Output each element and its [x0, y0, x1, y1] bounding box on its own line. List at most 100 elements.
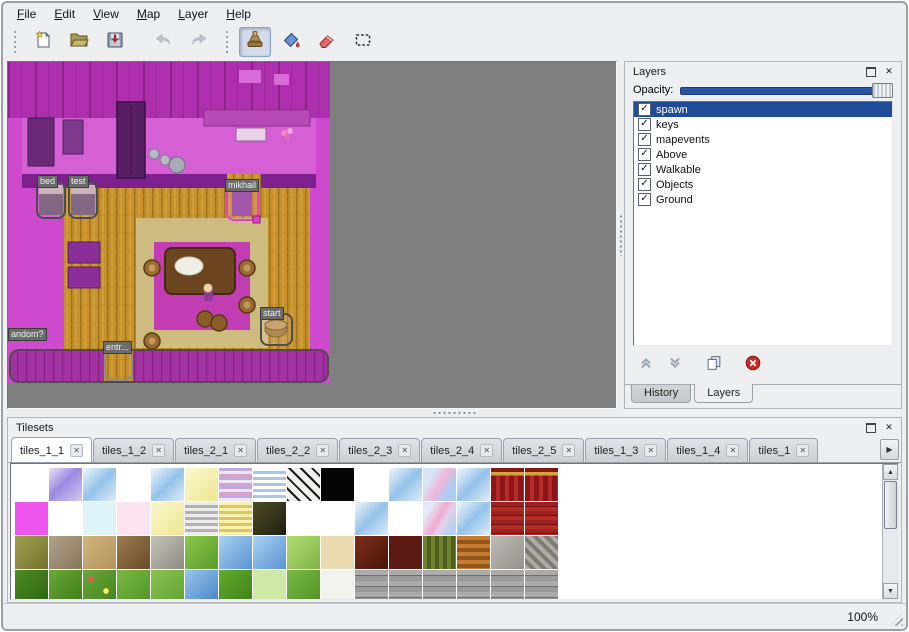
tileset-tile[interactable] — [525, 468, 558, 501]
tileset-tile[interactable] — [219, 502, 252, 535]
layer-visibility-checkbox[interactable]: ✓ — [638, 133, 651, 146]
tileset-tile[interactable] — [355, 468, 388, 501]
tab-close-icon[interactable]: ✕ — [234, 444, 247, 457]
tileset-tile[interactable] — [423, 570, 456, 599]
resize-grip[interactable] — [890, 613, 903, 626]
open-button[interactable] — [63, 27, 95, 57]
tileset-tile[interactable] — [491, 502, 524, 535]
tileset-tile[interactable] — [219, 468, 252, 501]
raise-layer-button[interactable] — [635, 354, 657, 376]
tileset-tile[interactable] — [117, 536, 150, 569]
tileset-tile[interactable] — [287, 536, 320, 569]
tileset-tile[interactable] — [389, 502, 422, 535]
tileset-tile[interactable] — [49, 570, 82, 599]
tileset-tile[interactable] — [457, 536, 490, 569]
map-canvas[interactable]: bedtestmikhailstartentr...andom? — [8, 62, 330, 384]
layer-visibility-checkbox[interactable]: ✓ — [638, 118, 651, 131]
tileset-tile[interactable] — [253, 536, 286, 569]
tileset-tile[interactable] — [321, 468, 354, 501]
tileset-tile[interactable] — [83, 536, 116, 569]
tileset-tile[interactable] — [117, 502, 150, 535]
close-dock-button[interactable]: ✕ — [882, 421, 896, 434]
tileset-tile[interactable] — [49, 502, 82, 535]
layer-row-keys[interactable]: ✓keys — [634, 117, 892, 132]
tileset-tile[interactable] — [491, 570, 524, 599]
tileset-tile[interactable] — [525, 502, 558, 535]
tileset-tab-tiles_2_3[interactable]: tiles_2_3✕ — [339, 438, 420, 462]
layer-row-Objects[interactable]: ✓Objects — [634, 177, 892, 192]
close-dock-button[interactable]: ✕ — [882, 65, 896, 78]
tileset-tile[interactable] — [423, 502, 456, 535]
tab-close-icon[interactable]: ✕ — [316, 444, 329, 457]
tileset-grid[interactable] — [11, 464, 882, 599]
tileset-tile[interactable] — [151, 570, 184, 599]
layer-visibility-checkbox[interactable]: ✓ — [638, 178, 651, 191]
tileset-scrollbar[interactable]: ▲ ▼ — [882, 464, 898, 599]
tileset-tile[interactable] — [117, 468, 150, 501]
tileset-tab-tiles_1_1[interactable]: tiles_1_1✕ — [11, 437, 92, 463]
tileset-tile[interactable] — [423, 468, 456, 501]
tileset-tile[interactable] — [185, 570, 218, 599]
layer-visibility-checkbox[interactable]: ✓ — [638, 193, 651, 206]
tileset-tab-tiles_2_4[interactable]: tiles_2_4✕ — [421, 438, 502, 462]
toolbar-grip[interactable] — [12, 31, 18, 53]
tileset-tile[interactable] — [219, 536, 252, 569]
rect-select-button[interactable] — [347, 27, 379, 57]
tileset-tile[interactable] — [15, 570, 48, 599]
tileset-tile[interactable] — [83, 570, 116, 599]
dock-tab-layers[interactable]: Layers — [694, 384, 753, 403]
scroll-down-button[interactable]: ▼ — [883, 583, 898, 599]
layer-row-Ground[interactable]: ✓Ground — [634, 192, 892, 207]
layer-row-spawn[interactable]: ✓spawn — [634, 102, 892, 117]
vertical-splitter[interactable] — [617, 61, 624, 409]
tileset-tile[interactable] — [525, 570, 558, 599]
tileset-tile[interactable] — [83, 502, 116, 535]
menu-edit[interactable]: Edit — [46, 5, 83, 23]
delete-layer-button[interactable] — [742, 354, 764, 376]
tab-close-icon[interactable]: ✕ — [398, 444, 411, 457]
horizontal-splitter[interactable] — [3, 409, 906, 417]
tileset-tile[interactable] — [355, 536, 388, 569]
tileset-tile[interactable] — [491, 536, 524, 569]
menu-map[interactable]: Map — [129, 5, 168, 23]
float-dock-button[interactable] — [864, 421, 878, 434]
new-map-button[interactable] — [27, 27, 59, 57]
tab-close-icon[interactable]: ✕ — [152, 444, 165, 457]
tileset-tab-tiles_1_4[interactable]: tiles_1_4✕ — [667, 438, 748, 462]
tileset-tile[interactable] — [15, 468, 48, 501]
tileset-tile[interactable] — [151, 502, 184, 535]
tileset-tile[interactable] — [389, 536, 422, 569]
tileset-tile[interactable] — [185, 502, 218, 535]
tileset-tile[interactable] — [389, 570, 422, 599]
tileset-tile[interactable] — [15, 502, 48, 535]
tileset-tile[interactable] — [219, 570, 252, 599]
opacity-slider-groove[interactable] — [680, 87, 893, 95]
layer-visibility-checkbox[interactable]: ✓ — [638, 148, 651, 161]
scrollbar-thumb[interactable] — [884, 481, 897, 529]
opacity-slider-handle[interactable] — [872, 83, 893, 98]
scroll-up-button[interactable]: ▲ — [883, 464, 898, 480]
tileset-tile[interactable] — [83, 468, 116, 501]
eraser-button[interactable] — [311, 27, 343, 57]
tileset-tile[interactable] — [525, 536, 558, 569]
toolbar-grip[interactable] — [224, 31, 230, 53]
tileset-tile[interactable] — [49, 536, 82, 569]
tileset-tile[interactable] — [355, 502, 388, 535]
lower-layer-button[interactable] — [664, 354, 686, 376]
tileset-tile[interactable] — [287, 502, 320, 535]
tileset-tab-tiles_1[interactable]: tiles_1✕ — [749, 438, 818, 462]
menu-help[interactable]: Help — [218, 5, 259, 23]
scrollbar-track[interactable] — [883, 530, 898, 583]
tileset-tile[interactable] — [49, 468, 82, 501]
bucket-fill-button[interactable] — [275, 27, 307, 57]
tileset-tile[interactable] — [321, 536, 354, 569]
menu-view[interactable]: View — [85, 5, 127, 23]
tileset-tile[interactable] — [491, 468, 524, 501]
layer-row-Walkable[interactable]: ✓Walkable — [634, 162, 892, 177]
save-button[interactable] — [99, 27, 131, 57]
stamp-brush-button[interactable] — [239, 27, 271, 57]
tab-close-icon[interactable]: ✕ — [70, 444, 83, 457]
tileset-tab-tiles_1_3[interactable]: tiles_1_3✕ — [585, 438, 666, 462]
layer-list[interactable]: ✓spawn✓keys✓mapevents✓Above✓Walkable✓Obj… — [633, 101, 893, 346]
tileset-tile[interactable] — [151, 536, 184, 569]
